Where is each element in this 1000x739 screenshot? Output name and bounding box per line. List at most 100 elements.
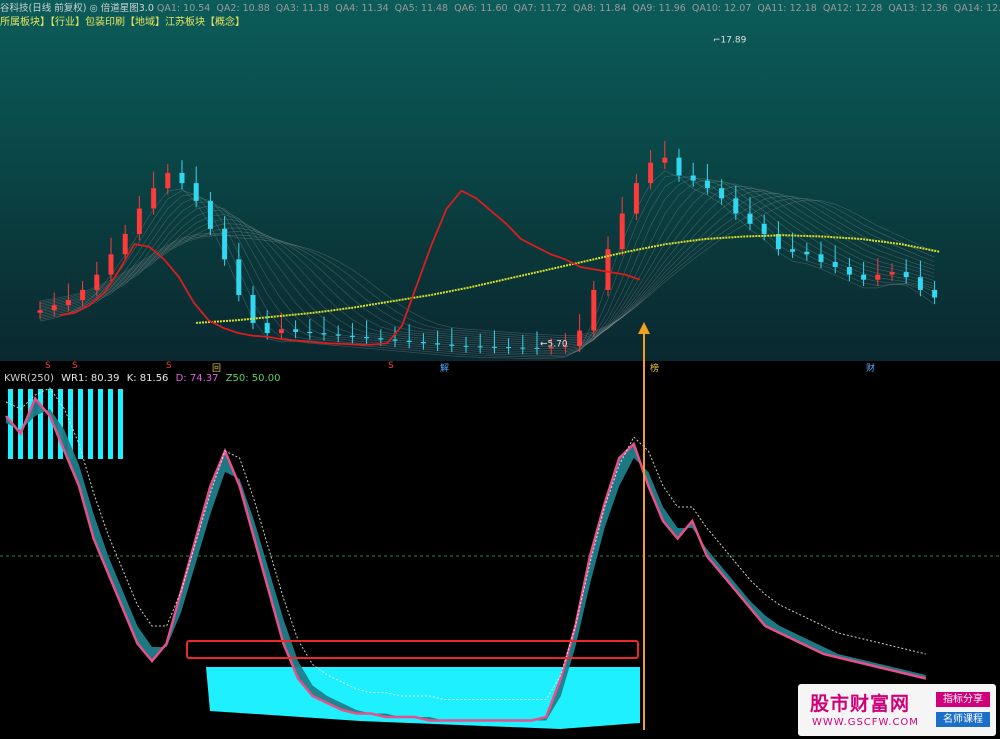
candle-body <box>364 336 370 339</box>
candle-body <box>633 183 639 214</box>
candle-body <box>463 345 469 347</box>
event-marker[interactable]: 榜 <box>650 361 659 374</box>
qa-level-11: QA11: 12.18 <box>757 3 817 14</box>
candle-body <box>520 347 526 349</box>
candle-body <box>832 261 838 268</box>
candle-body <box>662 157 668 163</box>
candle-body <box>804 251 810 255</box>
candle-body <box>406 340 412 343</box>
event-marker[interactable]: 解 <box>440 361 449 374</box>
qa-level-10: QA10: 12.07 <box>691 3 752 14</box>
indicator-legend: KWR(250) WR1: 80.39 K: 81.56 D: 74.37 Z5… <box>4 373 280 384</box>
watermark-brand: 股市财富网 <box>810 693 911 715</box>
candle-body <box>733 198 739 214</box>
candle-body <box>65 300 71 306</box>
candle-body <box>704 180 710 189</box>
candle-body <box>690 175 696 181</box>
candle-body <box>435 343 441 345</box>
overbought-bar <box>18 389 23 459</box>
candle-body <box>207 200 213 229</box>
price-chart-svg[interactable]: ⌐17.89 ←5.70 <box>0 0 1000 361</box>
watermark-tag-course[interactable]: 名师课程 <box>936 712 990 727</box>
candle-body <box>846 267 852 275</box>
event-marker[interactable]: S <box>72 361 78 371</box>
d-value: D: 74.37 <box>175 373 219 384</box>
candle-body <box>648 162 654 184</box>
candle-body <box>80 289 86 301</box>
k-value: K: 81.56 <box>126 373 169 384</box>
qa-level-12: QA12: 12.28 <box>822 3 883 14</box>
ribbon-line <box>39 177 935 354</box>
watermark-url: WWW.GSCFW.COM <box>812 717 919 728</box>
z50-value: Z50: 50.00 <box>225 373 281 384</box>
candle-body <box>875 274 881 280</box>
price-chart-panel[interactable]: ⌐17.89 ←5.70 <box>0 0 1000 361</box>
watermark-tag-share[interactable]: 指标分享 <box>936 692 990 707</box>
candle-body <box>222 228 228 260</box>
candle-body <box>477 346 483 348</box>
price-annotation: ⌐17.89 <box>713 35 747 45</box>
event-marker[interactable]: S <box>388 361 394 371</box>
candle-body <box>136 208 142 234</box>
ribbon-line <box>39 193 935 342</box>
watermark: 股市财富网 WWW.GSCFW.COM 指标分享 名师课程 <box>798 684 996 736</box>
title-row: 谷科技(日线 前复权) ◎ 倍道星图3.0 QA1: 10.54 QA2: 10.… <box>0 0 1000 14</box>
wr1-value: WR1: 80.39 <box>61 373 120 384</box>
event-marker[interactable]: 财 <box>866 361 875 374</box>
candle-body <box>534 347 540 349</box>
candle-body <box>917 277 923 290</box>
overbought-bar <box>88 389 93 459</box>
candle-body <box>676 157 682 176</box>
candle-body <box>335 334 341 336</box>
candle-body <box>591 289 597 331</box>
candle-body <box>378 338 384 340</box>
chart-window: { "header": { "title": "谷科技(日线 前复权) ◎ 倍道… <box>0 0 1000 739</box>
event-marker[interactable]: S <box>45 361 51 371</box>
qa-level-5: QA5: 11.48 <box>394 3 449 14</box>
candle-body <box>122 233 128 255</box>
ribbon-line <box>39 190 935 344</box>
qa-level-7: QA7: 11.72 <box>513 3 567 14</box>
candle-body <box>293 329 299 332</box>
ribbon-line <box>39 185 935 348</box>
candle-body <box>491 346 497 348</box>
event-marker[interactable]: S <box>166 361 172 371</box>
candle-body <box>790 249 796 252</box>
candle-body <box>151 188 157 209</box>
candle-body <box>51 305 57 311</box>
candle-body <box>506 347 512 349</box>
ribbon-line <box>39 174 935 358</box>
sector-tags: 所属板块】【行业】包装印刷【地域】江苏板块【概念】 <box>0 17 245 28</box>
candle-body <box>932 289 938 298</box>
overbought-bar <box>38 389 43 459</box>
qa-level-8: QA8: 11.84 <box>572 3 627 14</box>
candle-body <box>278 329 284 334</box>
price-annotation: ←5.70 <box>540 339 568 349</box>
ribbon-line <box>39 176 935 356</box>
candle-body <box>449 344 455 346</box>
candle-body <box>761 223 767 234</box>
candle-body <box>108 254 114 275</box>
event-marker-row <box>0 361 1000 371</box>
ribbon-line <box>39 178 935 353</box>
candle-body <box>94 274 100 290</box>
candle-body <box>889 272 895 275</box>
overbought-bar <box>108 389 113 459</box>
candle-body <box>619 213 625 250</box>
candle-body <box>37 310 43 313</box>
overbought-bar <box>118 389 123 459</box>
qa-level-list: QA1: 10.54 QA2: 10.88 QA3: 11.18 QA4: 11.34… <box>157 3 1000 14</box>
candle-body <box>179 172 185 184</box>
candle-body <box>818 254 824 262</box>
candle-body <box>861 274 867 280</box>
candle-body <box>264 322 270 334</box>
candle-body <box>719 188 725 199</box>
qa-level-13: QA13: 12.36 <box>888 3 948 14</box>
candle-body <box>193 183 199 201</box>
candle-body <box>903 272 909 278</box>
qa-level-4: QA4: 11.34 <box>335 3 389 14</box>
qa-level-14: QA14: 12.43 <box>953 3 1000 14</box>
candle-body <box>236 259 242 295</box>
qa-level-9: QA9: 11.96 <box>632 3 686 14</box>
candle-body <box>321 333 327 335</box>
